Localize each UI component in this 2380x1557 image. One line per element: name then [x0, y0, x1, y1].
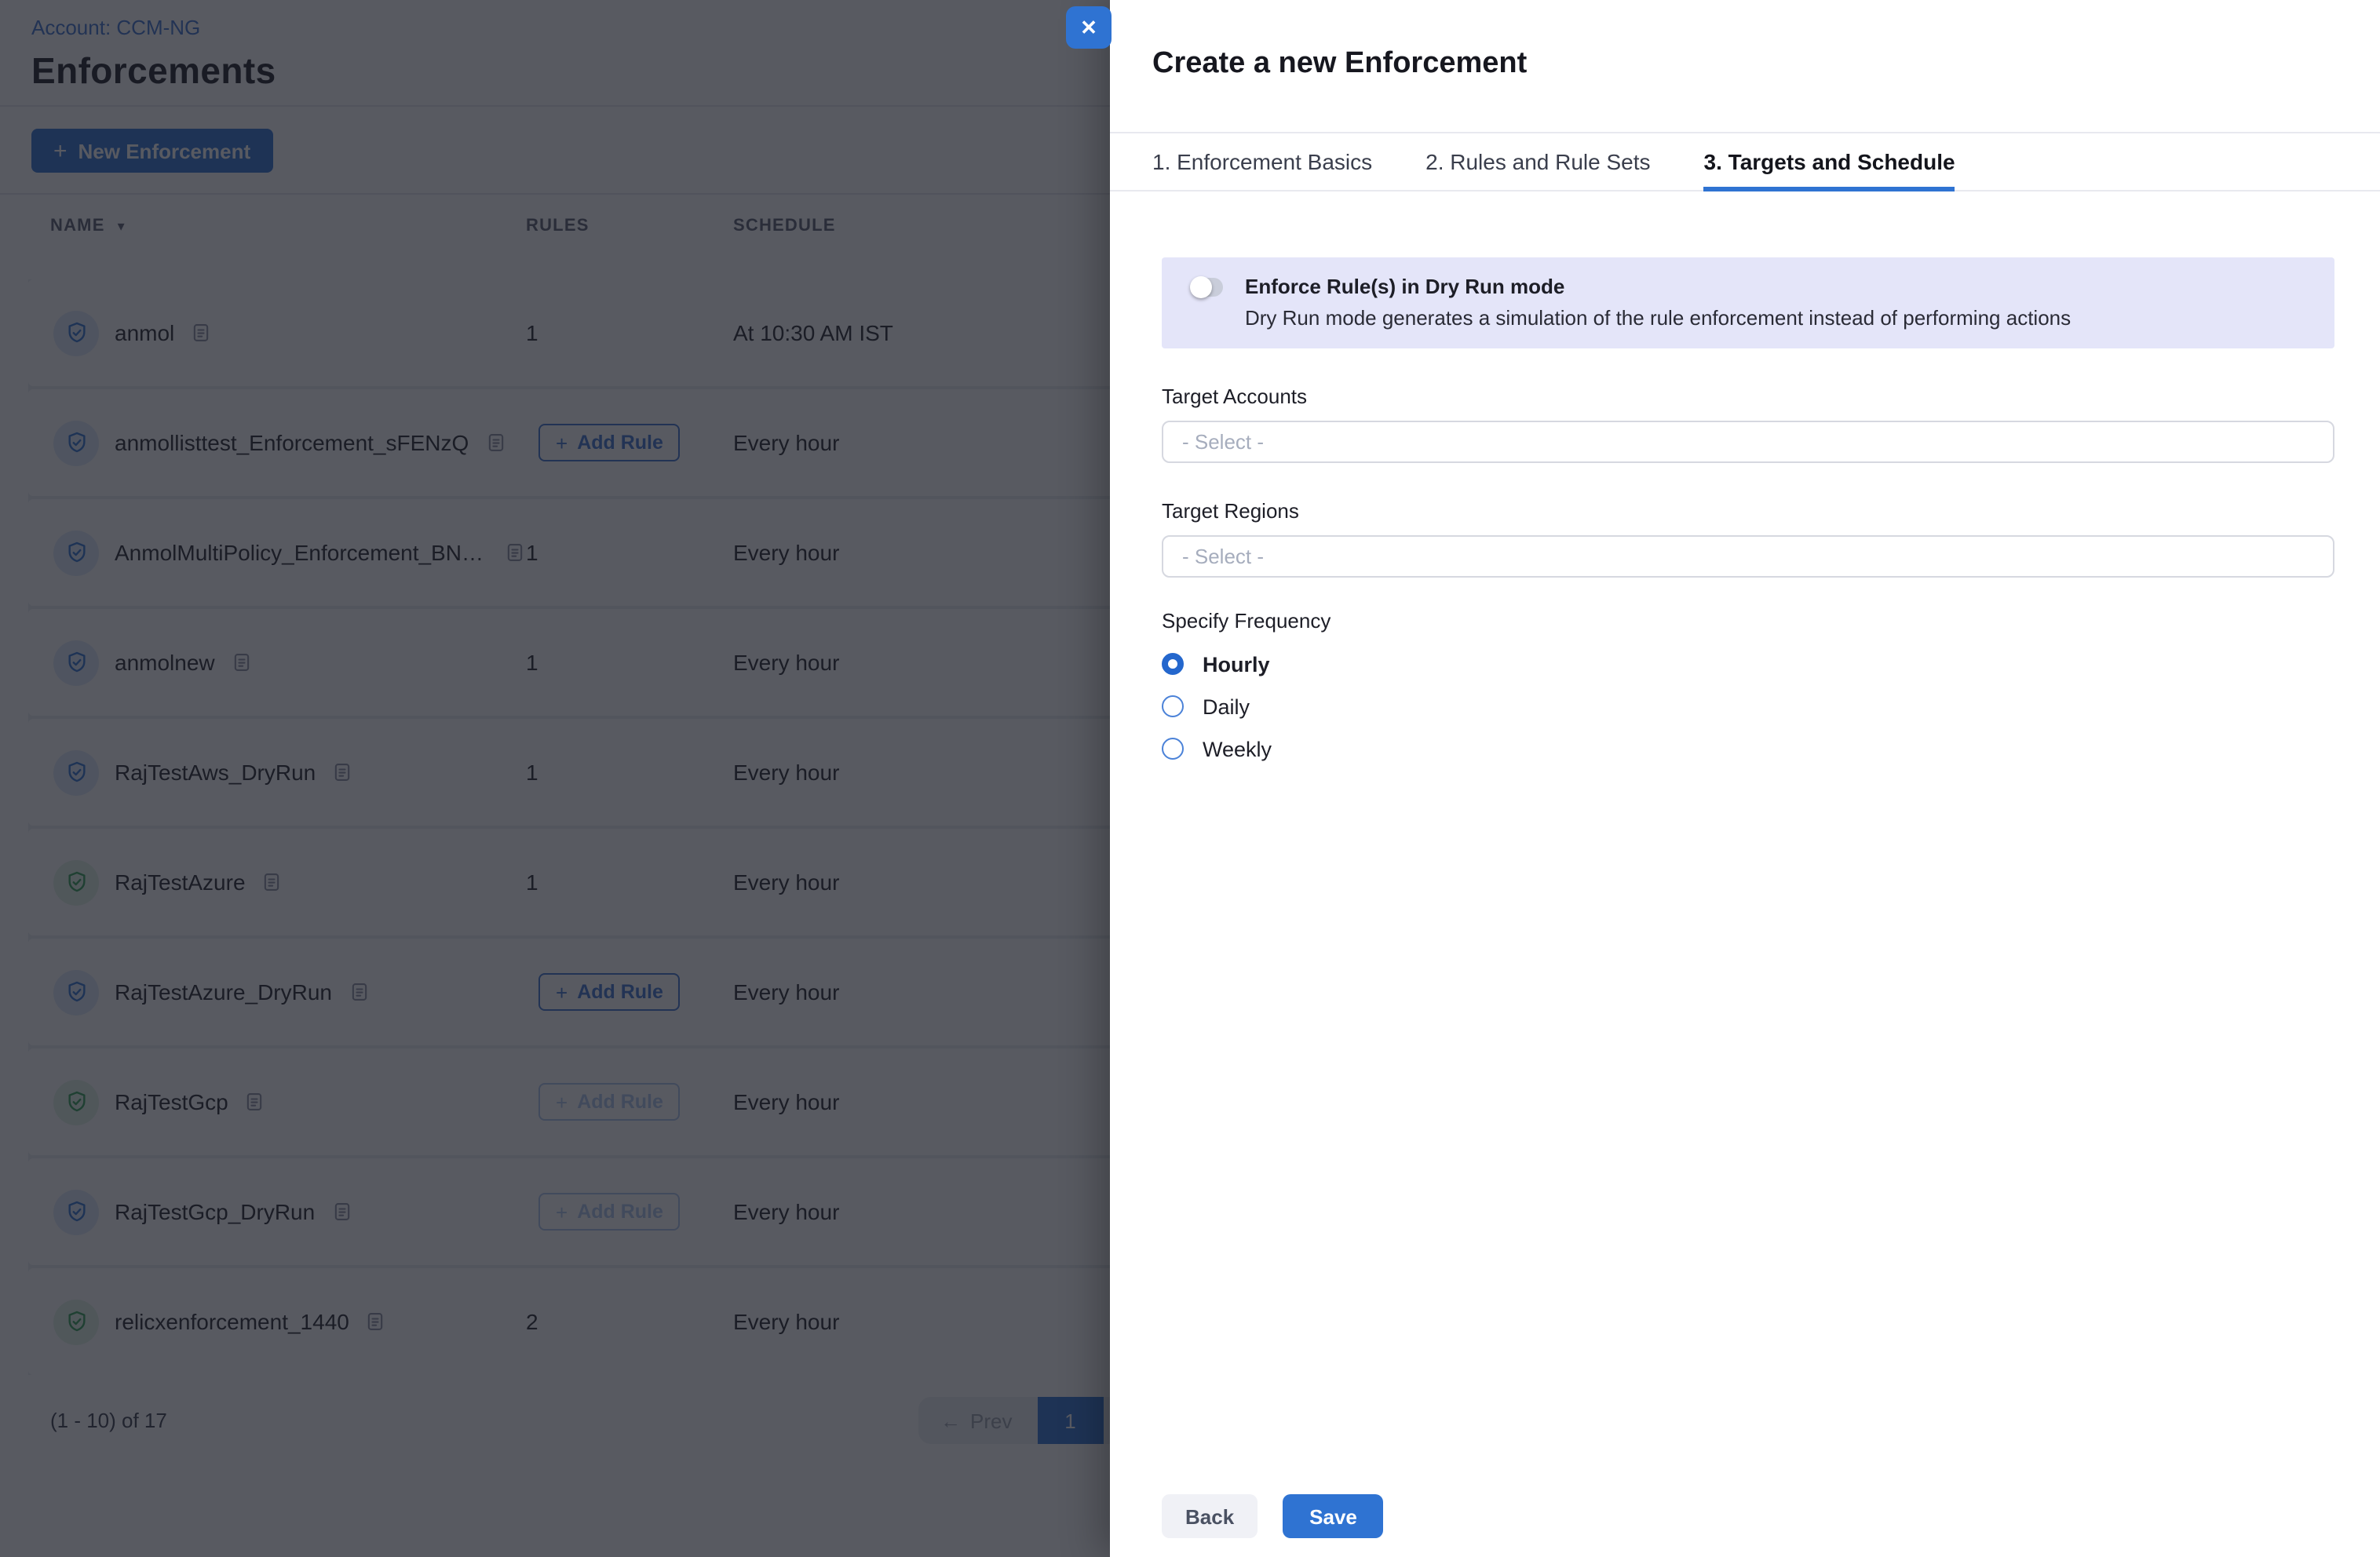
- target-regions-select[interactable]: - Select -: [1162, 535, 2334, 578]
- frequency-options: Hourly Daily Weekly: [1162, 653, 2334, 760]
- target-accounts-label: Target Accounts: [1162, 385, 2334, 408]
- dry-run-title: Enforce Rule(s) in Dry Run mode: [1245, 275, 2071, 298]
- modal-title: Create a new Enforcement: [1110, 0, 2380, 132]
- toggle-knob-icon: [1190, 276, 1212, 298]
- radio-icon: [1162, 738, 1184, 760]
- create-enforcement-modal: ✕ Create a new Enforcement 1. Enforcemen…: [1110, 0, 2380, 1557]
- dry-run-text: Enforce Rule(s) in Dry Run mode Dry Run …: [1245, 275, 2071, 330]
- target-accounts-placeholder: - Select -: [1182, 430, 1264, 454]
- frequency-option-weekly[interactable]: Weekly: [1162, 738, 2334, 760]
- dry-run-description: Dry Run mode generates a simulation of t…: [1245, 306, 2071, 330]
- modal-body: Enforce Rule(s) in Dry Run mode Dry Run …: [1110, 257, 2380, 760]
- close-button[interactable]: ✕: [1066, 6, 1112, 49]
- tab-2[interactable]: 2. Rules and Rule Sets: [1425, 133, 1650, 190]
- tab-1[interactable]: 1. Enforcement Basics: [1152, 133, 1372, 190]
- save-button[interactable]: Save: [1283, 1494, 1384, 1538]
- frequency-option-hourly[interactable]: Hourly: [1162, 653, 2334, 675]
- target-regions-placeholder: - Select -: [1182, 545, 1264, 568]
- radio-icon: [1162, 695, 1184, 717]
- frequency-option-daily[interactable]: Daily: [1162, 695, 2334, 717]
- back-button[interactable]: Back: [1162, 1494, 1258, 1538]
- dry-run-banner: Enforce Rule(s) in Dry Run mode Dry Run …: [1162, 257, 2334, 348]
- target-regions-field: Target Regions - Select -: [1162, 499, 2334, 578]
- radio-label: Daily: [1203, 695, 1250, 718]
- frequency-label: Specify Frequency: [1162, 609, 2334, 633]
- radio-label: Hourly: [1203, 652, 1270, 676]
- target-accounts-select[interactable]: - Select -: [1162, 421, 2334, 463]
- target-accounts-field: Target Accounts - Select -: [1162, 385, 2334, 463]
- dry-run-toggle[interactable]: [1192, 278, 1223, 297]
- wizard-tabs: 1. Enforcement Basics 2. Rules and Rule S…: [1110, 132, 2380, 191]
- tab-3[interactable]: 3. Targets and Schedule: [1704, 133, 1955, 190]
- close-icon: ✕: [1080, 15, 1097, 40]
- radio-label: Weekly: [1203, 737, 1272, 760]
- modal-footer: Back Save: [1162, 1494, 1384, 1538]
- target-regions-label: Target Regions: [1162, 499, 2334, 523]
- radio-icon: [1162, 653, 1184, 675]
